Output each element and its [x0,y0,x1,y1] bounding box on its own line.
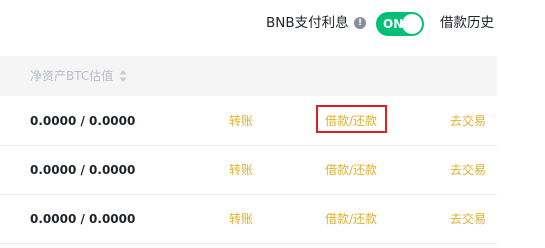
top-bar: BNB支付利息 ! ON 借款历史 [0,0,545,52]
net-asset-value: 0.0000 / 0.0000 [30,163,136,177]
sort-icon[interactable] [119,69,127,83]
borrow-repay-link[interactable]: 借款/还款 [325,146,377,194]
bnb-interest-toggle[interactable]: ON [376,12,424,36]
bnb-interest-label: BNB支付利息 [266,15,349,31]
trade-link[interactable]: 去交易 [450,146,486,194]
borrow-repay-link[interactable]: 借款/还款 [325,195,377,243]
info-icon[interactable]: ! [354,17,366,29]
borrow-repay-link[interactable]: 借款/还款 [325,97,377,145]
toggle-label: ON [383,17,404,31]
transfer-link[interactable]: 转账 [229,97,253,145]
transfer-link[interactable]: 转账 [229,195,253,243]
table-header: 净资产BTC估值 [0,56,497,96]
toggle-knob [402,14,422,34]
table-row: 0.0000 / 0.0000 转账 借款/还款 去交易 [0,195,497,244]
borrow-history-link[interactable]: 借款历史 [440,13,494,33]
net-asset-value: 0.0000 / 0.0000 [30,114,136,128]
table-row: 0.0000 / 0.0000 转账 借款/还款 去交易 [0,146,497,195]
column-title-net-asset-btc[interactable]: 净资产BTC估值 [30,56,113,96]
trade-link[interactable]: 去交易 [450,97,486,145]
transfer-link[interactable]: 转账 [229,146,253,194]
net-asset-value: 0.0000 / 0.0000 [30,212,136,226]
trade-link[interactable]: 去交易 [450,195,486,243]
table-row: 0.0000 / 0.0000 转账 借款/还款 去交易 [0,97,497,146]
